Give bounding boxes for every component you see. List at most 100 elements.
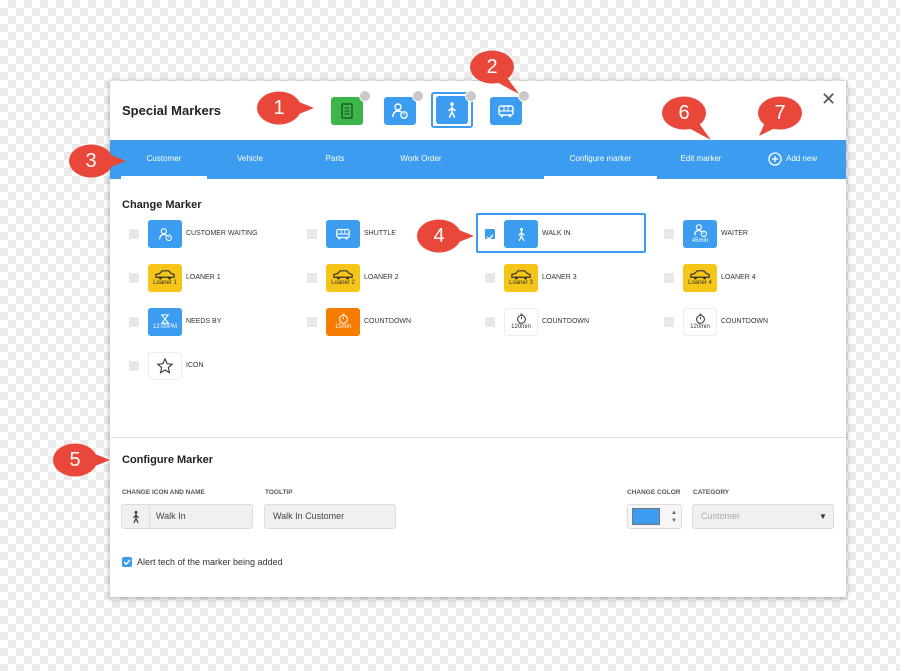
- marker-checkbox[interactable]: [129, 317, 139, 327]
- change-color-label: CHANGE COLOR: [627, 489, 681, 496]
- dialog-title: Special Markers: [122, 103, 222, 118]
- status-dot: [412, 90, 424, 102]
- marker-label: CUSTOMER WAITING: [186, 230, 258, 237]
- marker-checkbox[interactable]: [129, 361, 139, 371]
- stepper-arrows-icon[interactable]: ▲ ▼: [671, 505, 677, 525]
- icon-name-field[interactable]: Walk In: [121, 504, 253, 529]
- tab-edit-marker[interactable]: Edit marker: [657, 140, 745, 179]
- marker-sub-label: Loaner 2: [331, 280, 355, 286]
- callout-number: 5: [69, 449, 81, 471]
- tab-customer[interactable]: Customer: [121, 140, 207, 179]
- marker-checkbox[interactable]: [664, 273, 674, 283]
- alert-label: Alert tech of the marker being added: [137, 557, 283, 567]
- callout-number: 2: [486, 56, 498, 78]
- category-value: Customer: [701, 511, 741, 521]
- bus-icon: [498, 105, 514, 118]
- status-dot: [465, 90, 477, 102]
- marker-sub-label: 15min: [334, 324, 352, 330]
- marker-icon-tile[interactable]: 12:00PM: [148, 308, 182, 336]
- stopwatch-icon: [695, 313, 706, 324]
- callout-number: 4: [433, 225, 445, 247]
- category-label: CATEGORY: [693, 489, 730, 496]
- marker-icon-tile[interactable]: [148, 352, 182, 380]
- plus-circle-icon[interactable]: [768, 152, 782, 166]
- alert-checkbox[interactable]: [122, 557, 132, 567]
- marker-icon-tile[interactable]: Loaner 1: [148, 264, 182, 292]
- marker-type-document-button[interactable]: [331, 97, 363, 125]
- marker-label: COUNTDOWN: [364, 318, 412, 325]
- walking-person-icon[interactable]: [122, 505, 150, 528]
- marker-label: LOANER 2: [364, 274, 399, 281]
- tooltip-field[interactable]: Walk In Customer: [264, 504, 396, 529]
- color-picker[interactable]: ▲ ▼: [627, 504, 682, 529]
- add-new-button[interactable]: Add new: [786, 140, 830, 179]
- stopwatch-icon: [516, 313, 527, 324]
- marker-sub-label: Loaner 3: [509, 280, 533, 286]
- callout-number: 7: [774, 102, 786, 124]
- icon-name-label: CHANGE ICON AND NAME: [122, 489, 205, 496]
- person-clock-icon: [392, 103, 408, 119]
- marker-checkbox[interactable]: [307, 229, 317, 239]
- marker-icon-tile[interactable]: [148, 220, 182, 248]
- check-icon: [123, 559, 131, 566]
- bus-icon: [335, 226, 351, 242]
- marker-sub-label: Loaner 1: [153, 280, 177, 286]
- marker-label: LOANER 4: [721, 274, 756, 281]
- marker-icon-tile[interactable]: 45min: [683, 220, 717, 248]
- tab-bar: Customer Vehicle Parts Work Order Config…: [110, 140, 846, 179]
- car-icon: [510, 269, 532, 280]
- walking-person-icon: [448, 102, 456, 118]
- marker-checkbox[interactable]: [485, 317, 495, 327]
- special-markers-dialog: Special Markers ✕ Customer Vehicle Parts…: [110, 81, 846, 597]
- marker-label: COUNTDOWN: [721, 318, 769, 325]
- marker-type-person-clock-button[interactable]: [384, 97, 416, 125]
- marker-icon-tile[interactable]: [326, 220, 360, 248]
- marker-icon-tile[interactable]: 120min: [504, 308, 538, 336]
- marker-label: ICON: [186, 362, 204, 369]
- marker-label: SHUTTLE: [364, 230, 396, 237]
- marker-sub-label: 120min: [690, 324, 710, 330]
- chevron-down-icon: ▼: [819, 512, 827, 521]
- tab-parts[interactable]: Parts: [300, 140, 370, 179]
- walking-person-icon: [514, 227, 529, 242]
- callout-number: 3: [85, 150, 97, 172]
- color-swatch[interactable]: [632, 508, 660, 525]
- tab-work-order[interactable]: Work Order: [386, 140, 456, 179]
- marker-icon-tile[interactable]: Loaner 3: [504, 264, 538, 292]
- category-select[interactable]: Customer ▼: [692, 504, 834, 529]
- marker-sub-label: 12:00PM: [152, 323, 177, 330]
- marker-checkbox[interactable]: [129, 229, 139, 239]
- marker-checkbox[interactable]: [307, 317, 317, 327]
- marker-checkbox[interactable]: [485, 273, 495, 283]
- tab-configure-marker[interactable]: Configure marker: [544, 140, 657, 179]
- close-icon[interactable]: ✕: [821, 90, 836, 108]
- marker-checkbox[interactable]: [664, 317, 674, 327]
- hourglass-icon: [160, 313, 170, 324]
- stopwatch-icon: [338, 313, 349, 324]
- marker-checkbox[interactable]: [664, 229, 674, 239]
- marker-label: LOANER 3: [542, 274, 577, 281]
- change-marker-title: Change Marker: [122, 199, 202, 211]
- callout-7: 7: [757, 96, 803, 136]
- document-icon: [341, 103, 353, 119]
- marker-type-bus-button[interactable]: [490, 97, 522, 125]
- car-icon: [154, 269, 176, 280]
- marker-type-walking-button[interactable]: [436, 96, 468, 124]
- marker-icon-tile[interactable]: 120min: [683, 308, 717, 336]
- callout-number: 6: [678, 102, 690, 124]
- person-clock-icon: [158, 227, 173, 242]
- icon-name-value: Walk In: [156, 511, 186, 521]
- marker-checkbox[interactable]: [129, 273, 139, 283]
- marker-checkbox[interactable]: [485, 229, 495, 241]
- callout-number: 1: [273, 97, 285, 119]
- marker-icon-tile[interactable]: Loaner 4: [683, 264, 717, 292]
- car-icon: [689, 269, 711, 280]
- person-clock-icon: [693, 223, 708, 238]
- callout-2: 2: [469, 50, 519, 94]
- star-icon: [156, 357, 174, 375]
- marker-icon-tile[interactable]: [504, 220, 538, 248]
- tab-vehicle[interactable]: Vehicle: [215, 140, 285, 179]
- marker-icon-tile[interactable]: 15min: [326, 308, 360, 336]
- marker-checkbox[interactable]: [307, 273, 317, 283]
- marker-icon-tile[interactable]: Loaner 2: [326, 264, 360, 292]
